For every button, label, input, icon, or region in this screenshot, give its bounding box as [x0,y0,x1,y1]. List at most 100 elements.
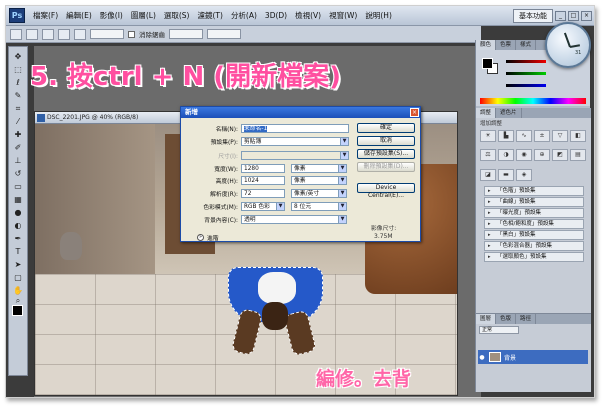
tab-adjustments[interactable]: 調整 [476,108,497,118]
black-white-icon[interactable]: ◑ [498,149,514,162]
ok-button[interactable]: 確定 [357,123,415,133]
tab-color[interactable]: 顏色 [476,40,497,50]
foreground-color-swatch[interactable] [12,305,23,316]
preset-hue-saturation[interactable]: 「色相/飽和度」預設集 [484,219,584,229]
brush-tool-icon[interactable]: ✐ [12,142,24,153]
preset-curves[interactable]: 「曲線」預設集 [484,197,584,207]
menu-edit[interactable]: 編輯(E) [62,10,96,21]
style-select[interactable] [169,29,203,39]
brightness-icon[interactable]: ☀ [480,130,496,142]
background-select[interactable]: 透明 ▼ [241,214,347,224]
exposure-icon[interactable]: ± [534,130,550,142]
preset-channel-mixer[interactable]: 「色彩混合器」預設集 [484,241,584,251]
color-fg-swatch[interactable] [482,58,493,69]
gradient-tool-icon[interactable]: ▦ [12,194,24,205]
preset-black-white[interactable]: 「黑白」預設集 [484,230,584,240]
blue-slider[interactable] [506,84,546,87]
invert-icon[interactable]: ◩ [552,149,568,162]
red-slider[interactable] [506,60,546,63]
advanced-toggle[interactable]: » 進階 [197,233,219,242]
stamp-tool-icon[interactable]: ⊥ [12,155,24,166]
maximize-button[interactable]: □ [568,10,579,21]
antialias-checkbox[interactable] [128,30,135,38]
dialog-close-button[interactable]: × [410,108,419,117]
type-tool-icon[interactable]: T [12,246,24,257]
selective-color-icon[interactable]: ◈ [516,168,532,181]
green-slider[interactable] [506,72,546,75]
menu-layer[interactable]: 圖層(L) [127,10,160,21]
name-input[interactable]: 未命名-1 [241,123,349,133]
width-input[interactable]: 1280 [241,163,285,173]
bit-depth-select[interactable]: 8 位元 ▼ [291,201,347,211]
eraser-tool-icon[interactable]: ▭ [12,181,24,192]
blur-tool-icon[interactable]: ● [12,207,24,218]
selection-new-icon[interactable] [26,28,38,40]
preset-select[interactable]: 剪貼簿 ▼ [241,136,349,146]
preset-levels[interactable]: 「色階」預設集 [484,186,584,196]
menu-file[interactable]: 檔案(F) [29,10,62,21]
tab-swatches[interactable]: 色票 [496,40,517,50]
crop-tool-icon[interactable]: ⌗ [12,103,24,114]
vibrance-icon[interactable]: ▽ [552,130,568,142]
photo-filter-icon[interactable]: ◉ [516,149,532,162]
save-preset-button[interactable]: 儲存預設集(S)... [357,149,415,159]
tab-styles[interactable]: 樣式 [516,40,537,50]
preset-exposure[interactable]: 「曝光度」預設集 [484,208,584,218]
threshold-icon[interactable]: ◪ [480,168,496,181]
menu-analysis[interactable]: 分析(A) [227,10,261,21]
history-brush-tool-icon[interactable]: ↺ [12,168,24,179]
channel-mixer-icon[interactable]: ⊕ [534,149,550,162]
marquee-tool-icon[interactable]: ⬚ [12,64,24,75]
color-balance-icon[interactable]: ⚖ [480,149,496,162]
minimize-button[interactable]: _ [555,10,566,21]
eyedropper-tool-icon[interactable]: ⁄ [12,116,24,127]
color-spectrum[interactable] [480,98,586,104]
menu-3d[interactable]: 3D(D) [261,11,291,20]
tab-layers[interactable]: 圖層 [476,314,497,324]
menu-filter[interactable]: 濾鏡(T) [194,10,227,21]
feather-input[interactable] [90,29,124,39]
selection-add-icon[interactable] [42,28,54,40]
levels-icon[interactable]: ▙ [498,130,514,142]
menu-image[interactable]: 影像(I) [96,10,127,21]
dodge-tool-icon[interactable]: ◐ [12,220,24,231]
layer-row-background[interactable]: ● 背景 [478,350,588,364]
menu-view[interactable]: 檢視(V) [291,10,325,21]
device-central-button[interactable]: Device Central(E)... [357,183,415,199]
curves-icon[interactable]: ∿ [516,130,532,142]
resolution-input[interactable]: 72 [241,188,285,198]
cancel-button[interactable]: 取消 [357,136,415,146]
resolution-unit-select[interactable]: 像素/英寸 ▼ [291,188,347,198]
posterize-icon[interactable]: ▤ [570,149,586,162]
refine-edge-button[interactable] [207,29,241,39]
shape-tool-icon[interactable]: ▢ [12,272,24,283]
delete-preset-button[interactable]: 刪除預設集(D)... [357,162,415,172]
size-select[interactable]: ▼ [241,150,349,160]
menu-window[interactable]: 視窗(W) [325,10,361,21]
blend-mode-select[interactable]: 正常 [479,326,519,334]
selection-intersect-icon[interactable] [74,28,86,40]
tab-channels[interactable]: 色版 [496,314,517,324]
healing-tool-icon[interactable]: ✚ [12,129,24,140]
menu-select[interactable]: 選取(S) [160,10,194,21]
color-mode-select[interactable]: RGB 色彩 ▼ [241,201,285,211]
hue-icon[interactable]: ◧ [570,130,586,142]
eye-icon[interactable]: ● [478,354,486,361]
close-window-button[interactable]: × [581,10,592,21]
width-unit-select[interactable]: 像素 ▼ [291,163,347,173]
height-input[interactable]: 1024 [241,175,285,185]
path-select-tool-icon[interactable]: ➤ [12,259,24,270]
workspace-switcher[interactable]: 基本功能 [513,8,553,23]
tab-paths[interactable]: 路徑 [516,314,537,324]
tab-masks[interactable]: 遮色片 [496,108,522,118]
move-tool-icon[interactable]: ✥ [12,51,24,62]
menu-help[interactable]: 說明(H) [361,10,396,21]
tool-preset-icon[interactable] [10,28,22,40]
lasso-tool-icon[interactable]: ℓ [12,77,24,88]
quick-select-tool-icon[interactable]: ✎ [12,90,24,101]
gradient-map-icon[interactable]: ▬ [498,168,514,181]
preset-selective-color[interactable]: 「選取顏色」預設集 [484,252,584,262]
pen-tool-icon[interactable]: ✒ [12,233,24,244]
selection-subtract-icon[interactable] [58,28,70,40]
height-unit-select[interactable]: 像素 ▼ [291,175,347,185]
